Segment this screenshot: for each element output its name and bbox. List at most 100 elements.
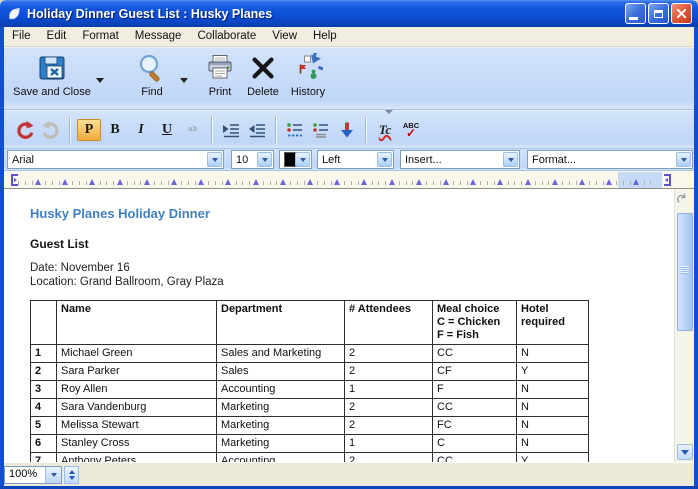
table-row: 5Melissa StewartMarketing2FCN xyxy=(31,417,589,435)
menu-help[interactable]: Help xyxy=(305,27,345,46)
tab-stop-marker xyxy=(633,179,639,185)
ruler-tick xyxy=(623,181,624,185)
ruler-tick xyxy=(168,181,169,185)
indent-button[interactable] xyxy=(219,118,243,142)
vertical-scrollbar[interactable]: ↷ xyxy=(674,189,694,462)
zoom-level: 100% xyxy=(5,467,45,483)
menu-message[interactable]: Message xyxy=(127,27,190,46)
insert-section-button[interactable] xyxy=(335,118,359,142)
menu-edit[interactable]: Edit xyxy=(39,27,75,46)
tab-stop-marker xyxy=(497,179,503,185)
ruler-tick xyxy=(467,181,468,185)
font-size-select[interactable]: 10 xyxy=(231,150,274,169)
toolbar-overflow-chevron[interactable] xyxy=(385,110,393,114)
ruler-tick xyxy=(304,181,305,185)
text-color-icon: Tc xyxy=(379,122,392,138)
tab-stop-marker xyxy=(307,179,313,185)
curved-arrow-icon[interactable]: ↷ xyxy=(673,190,693,209)
ruler-tick xyxy=(25,181,26,185)
underline-button[interactable]: U xyxy=(155,118,179,142)
paragraph-properties-button[interactable] xyxy=(309,118,333,142)
ruler-tick xyxy=(603,181,604,185)
print-icon xyxy=(205,52,235,84)
undo-button[interactable] xyxy=(13,118,37,142)
ruler-tick xyxy=(188,181,189,185)
window-border xyxy=(0,27,4,486)
chevron-down-icon[interactable] xyxy=(207,152,222,167)
delete-button[interactable]: Delete xyxy=(242,52,284,104)
bold-button[interactable]: B xyxy=(103,118,127,142)
row-number-cell: 5 xyxy=(31,417,57,435)
save-and-close-button[interactable]: Save and Close xyxy=(10,52,94,104)
save-dropdown-arrow[interactable] xyxy=(96,78,104,83)
menu-format[interactable]: Format xyxy=(74,27,126,46)
titlebar[interactable]: Holiday Dinner Guest List : Husky Planes xyxy=(0,0,698,27)
zoom-dropdown-button[interactable] xyxy=(45,467,61,483)
tab-stop-marker xyxy=(144,179,150,185)
tab-stop-marker xyxy=(35,179,41,185)
zoom-spinner[interactable] xyxy=(64,466,79,484)
chevron-down-icon[interactable] xyxy=(676,152,691,167)
spinner-up-icon xyxy=(69,470,75,474)
find-dropdown-arrow[interactable] xyxy=(180,78,188,83)
highlighter-button[interactable]: Tc xyxy=(373,118,397,142)
text-properties-button[interactable]: ab xyxy=(181,118,205,142)
alignment-select[interactable]: Left xyxy=(317,150,394,169)
minimize-button[interactable] xyxy=(625,3,646,24)
outdent-button[interactable] xyxy=(245,118,269,142)
document-area[interactable]: Husky Planes Holiday Dinner Guest List D… xyxy=(4,189,674,462)
print-label: Print xyxy=(209,86,232,98)
history-button[interactable]: History xyxy=(284,52,332,104)
spellcheck-button[interactable]: ABC✓ xyxy=(399,118,423,142)
ruler-tick xyxy=(270,181,271,185)
list-properties-button[interactable] xyxy=(283,118,307,142)
permanent-pen-label: P xyxy=(85,122,94,138)
header-hotel: Hotel required xyxy=(517,301,589,345)
chevron-down-icon[interactable] xyxy=(257,152,272,167)
print-button[interactable]: Print xyxy=(198,52,242,104)
menu-view[interactable]: View xyxy=(264,27,305,46)
maximize-button[interactable] xyxy=(648,3,669,24)
scrollbar-thumb[interactable] xyxy=(677,213,693,331)
table-cell: 1 xyxy=(345,381,433,399)
permanent-pen-button[interactable]: P xyxy=(77,119,101,141)
ruler-tick xyxy=(86,181,87,185)
toolbar-separator xyxy=(211,117,213,143)
status-bar: 100% xyxy=(0,462,698,486)
table-cell: Accounting xyxy=(217,381,345,399)
right-margin-marker[interactable] xyxy=(662,173,673,189)
header-name: Name xyxy=(57,301,217,345)
thumb-grip-icon xyxy=(681,266,689,274)
ruler-tick xyxy=(236,181,237,185)
text-color-select[interactable] xyxy=(279,150,312,169)
zoom-select[interactable]: 100% xyxy=(4,466,62,484)
ruler-tick xyxy=(616,181,617,185)
menu-file[interactable]: File xyxy=(4,27,39,46)
row-number-cell: 1 xyxy=(31,345,57,363)
format-select[interactable]: Format... xyxy=(527,150,693,169)
ruler-tick xyxy=(385,181,386,185)
tab-stop-marker xyxy=(198,179,204,185)
chevron-down-icon[interactable] xyxy=(377,152,392,167)
ruler-tick xyxy=(358,181,359,185)
insert-value: Insert... xyxy=(405,154,442,166)
table-cell: CC xyxy=(433,399,517,417)
scroll-down-button[interactable] xyxy=(677,444,693,460)
menu-collaborate[interactable]: Collaborate xyxy=(189,27,264,46)
toolbar-separator xyxy=(69,117,71,143)
tab-stop-marker xyxy=(225,179,231,185)
ruler-tick xyxy=(290,181,291,185)
guest-table: Name Department # Attendees Meal choice … xyxy=(30,300,589,462)
redo-button[interactable] xyxy=(39,118,63,142)
font-family-select[interactable]: Arial xyxy=(7,150,224,169)
chevron-down-icon[interactable] xyxy=(503,152,518,167)
ruler[interactable] xyxy=(4,171,694,189)
ruler-tick xyxy=(521,181,522,185)
close-button[interactable] xyxy=(671,3,692,24)
chevron-down-icon[interactable] xyxy=(295,152,310,167)
insert-select[interactable]: Insert... xyxy=(400,150,520,169)
find-button[interactable]: Find xyxy=(128,52,176,104)
table-row: 1Michael GreenSales and Marketing2CCN xyxy=(31,345,589,363)
italic-button[interactable]: I xyxy=(129,118,153,142)
location-line: Location: Grand Ballroom, Gray Plaza xyxy=(30,275,674,289)
